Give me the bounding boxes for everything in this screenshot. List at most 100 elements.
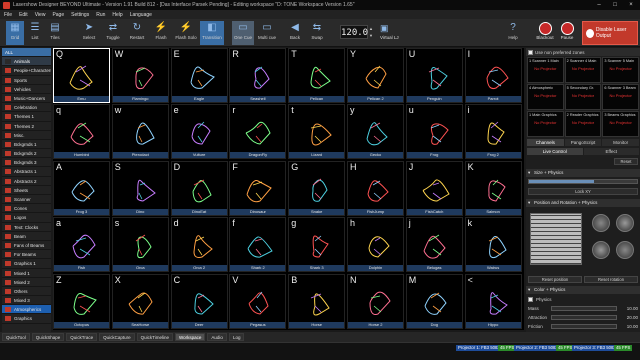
cue-cell[interactable]: E Eagle: [170, 48, 228, 103]
cue-cell[interactable]: X SeaHorse: [111, 273, 169, 329]
reset-button[interactable]: Reset: [614, 158, 638, 165]
cue-cell[interactable]: f Shark 2: [229, 217, 287, 273]
category-item[interactable]: Atmospherics: [2, 305, 51, 315]
rotation-x-knob[interactable]: [592, 214, 610, 232]
flash-solo-button[interactable]: ⚡ Flash Solo: [174, 21, 198, 45]
toggle-button[interactable]: ⇄ Toggle: [102, 21, 124, 45]
size-slider[interactable]: [528, 179, 638, 184]
cue-cell[interactable]: S Dino: [111, 160, 169, 216]
projection-zone[interactable]: 5 Secondary Gr. No Projector: [564, 84, 602, 110]
category-item[interactable]: Abstracts 2: [2, 177, 51, 186]
tab-pangoscript[interactable]: PangoScript: [564, 139, 602, 146]
bottom-tab-log[interactable]: Log: [228, 333, 245, 341]
position-rotation-section[interactable]: Position and Rotation + Physics: [526, 199, 640, 207]
cue-cell[interactable]: C Deer: [170, 273, 228, 329]
cue-cell[interactable]: A Frog 3: [53, 160, 110, 216]
cue-cell[interactable]: V Pegasus: [229, 273, 287, 329]
blackout-button[interactable]: Blackout: [534, 22, 556, 44]
bottom-tab-workspace[interactable]: Workspace: [174, 333, 206, 341]
cue-cell[interactable]: w Pterodact: [111, 104, 169, 160]
cue-cell[interactable]: y Gecko: [347, 104, 404, 160]
rotation-z-knob[interactable]: [592, 241, 610, 259]
bpm-display[interactable]: 120.0: [340, 25, 368, 39]
bottom-tab-audio[interactable]: Audio: [207, 333, 227, 341]
rotation-y-knob[interactable]: [616, 214, 634, 232]
projection-zone[interactable]: 3 Beams Graphics No Projector: [602, 111, 639, 137]
tab-live-control[interactable]: Live Control: [527, 148, 583, 155]
projection-zone[interactable]: 2 Reader Graphics No Projector: [564, 111, 602, 137]
cue-cell[interactable]: d Orca 2: [170, 217, 228, 273]
cue-cell[interactable]: R Seashell: [229, 48, 287, 103]
cue-cell[interactable]: Y Pelican 2: [347, 48, 404, 103]
category-item[interactable]: Themes 1: [2, 112, 51, 122]
close-icon[interactable]: ×: [624, 1, 638, 9]
cue-cell[interactable]: K Salmon: [464, 160, 522, 216]
cue-cell[interactable]: Z Octopus: [53, 273, 110, 329]
projection-zone[interactable]: 6 Scanner 3 Beam No Projector: [602, 84, 639, 110]
category-item[interactable]: Misc.: [2, 131, 51, 140]
menu-edit[interactable]: Edit: [19, 12, 28, 18]
category-item[interactable]: Scanner: [2, 195, 51, 205]
physics-checkbox[interactable]: [528, 297, 533, 302]
minimize-icon[interactable]: –: [592, 1, 606, 9]
friction-slider[interactable]: [551, 324, 617, 329]
menu-view[interactable]: View: [35, 12, 46, 18]
category-item[interactable]: People+Characters: [2, 66, 51, 76]
cue-cell[interactable]: J FishCatch: [405, 160, 463, 216]
back-button[interactable]: ◀ Back: [286, 21, 304, 45]
tab-monitor[interactable]: Monitor: [602, 139, 640, 146]
projection-zone[interactable]: 2 Scanner 4 Main No Projector: [564, 57, 602, 83]
size-physics-section[interactable]: Size + Physics: [526, 169, 640, 177]
category-item[interactable]: Themes 2: [2, 122, 51, 131]
category-item[interactable]: Abstracts 1: [2, 167, 51, 177]
cue-cell[interactable]: k Walrus: [464, 217, 522, 273]
one-cue-button[interactable]: ▭ One Cue: [232, 21, 254, 45]
cue-cell[interactable]: N Horse 2: [347, 273, 404, 329]
category-item[interactable]: Bckgrnds 3: [2, 158, 51, 168]
category-item[interactable]: Text: Clocks: [2, 223, 51, 232]
cue-cell[interactable]: r DragonFly: [229, 104, 287, 160]
attraction-slider[interactable]: [551, 315, 617, 320]
cue-cell[interactable]: g Shark 3: [288, 217, 346, 273]
list-view-button[interactable]: ☰ List: [26, 21, 44, 45]
transition-button[interactable]: ◧ Transition: [200, 21, 224, 45]
reset-position-button[interactable]: Reset position: [528, 276, 582, 283]
bpm-stepper[interactable]: ▲ ▼: [369, 25, 375, 39]
tab-channels[interactable]: Channels: [527, 139, 564, 146]
cue-cell[interactable]: U Penguin: [405, 48, 463, 103]
projection-zone[interactable]: 3 Scanner 5 Main No Projector: [602, 57, 639, 83]
cue-cell[interactable]: h Dolphin: [347, 217, 404, 273]
category-item[interactable]: For Beams: [2, 250, 51, 260]
rotation-speed-knob[interactable]: [616, 241, 634, 259]
category-item[interactable]: Beam: [2, 232, 51, 241]
bottom-tab-quicktrace[interactable]: QuickTrace: [66, 333, 98, 341]
bottom-tab-quickcapture[interactable]: QuickCapture: [99, 333, 135, 341]
maximize-icon[interactable]: □: [608, 1, 622, 9]
projection-zone[interactable]: 1 Scanner 1 Main No Projector: [527, 57, 564, 83]
category-item[interactable]: Graphics: [2, 314, 51, 324]
category-item[interactable]: Sheets: [2, 186, 51, 195]
cue-cell[interactable]: W Flamingo: [111, 48, 169, 103]
cue-cell[interactable]: j Belugas: [405, 217, 463, 273]
category-item[interactable]: Mixed 2: [2, 278, 51, 287]
category-all[interactable]: ALL: [2, 48, 51, 58]
virtual-lj-button[interactable]: ▣ Virtual LJ: [380, 23, 399, 40]
multi-cue-button[interactable]: ▭ Multi cue: [256, 21, 278, 45]
cue-cell[interactable]: < Hippo: [464, 273, 522, 329]
swap-button[interactable]: ⇆ Swap: [308, 21, 326, 45]
use-zones-checkbox[interactable]: [528, 49, 533, 55]
cue-cell[interactable]: i Frog 2: [464, 104, 522, 160]
cue-cell[interactable]: I Parrot: [464, 48, 522, 103]
reset-rotation-button[interactable]: Reset rotation: [584, 276, 638, 283]
category-item[interactable]: Cones: [2, 204, 51, 214]
category-item[interactable]: Music+Dancers: [2, 94, 51, 104]
cue-cell[interactable]: M Dog: [405, 273, 463, 329]
category-item[interactable]: Graphics 1: [2, 259, 51, 269]
mass-slider[interactable]: [551, 306, 617, 311]
select-button[interactable]: ➤ Select: [78, 21, 100, 45]
bottom-tab-quicktool[interactable]: QuickTool: [2, 333, 30, 341]
category-item[interactable]: Animals: [2, 57, 51, 67]
help-button[interactable]: ? Help: [504, 21, 522, 45]
cue-cell[interactable]: H FishJump: [347, 160, 404, 216]
cue-cell[interactable]: u Frog: [405, 104, 463, 160]
